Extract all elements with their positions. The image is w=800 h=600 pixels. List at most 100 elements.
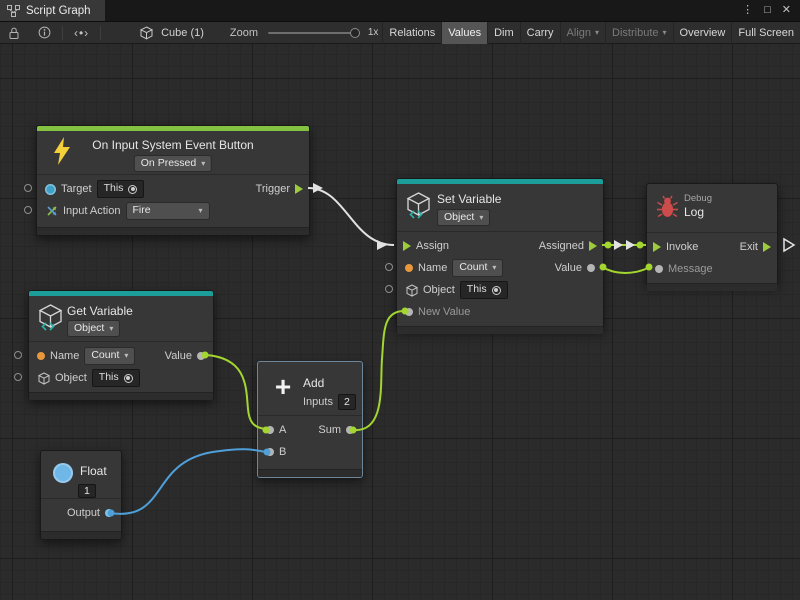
graph-canvas[interactable]: On Input System Event Button On Pressed … (0, 44, 800, 600)
unconnected-port-ring[interactable] (15, 352, 22, 359)
unconnected-port-ring[interactable] (15, 374, 22, 381)
exit-output-port[interactable] (763, 242, 771, 252)
unconnected-port-ring[interactable] (25, 207, 32, 214)
tab-label: Script Graph (26, 5, 91, 17)
object-this-chip[interactable]: This (92, 369, 140, 386)
port-row-object: Object This (397, 279, 603, 301)
variable-kind-dropdown[interactable]: Object (67, 320, 120, 337)
node-title: Get Variable (67, 304, 133, 318)
node-subtitle: Debug (684, 193, 712, 204)
titlebar: Script Graph ⋮ □ ✕ (0, 0, 800, 22)
sum-output-port[interactable] (346, 426, 354, 434)
node-debug-log[interactable]: Debug Log Invoke Exit Message (646, 183, 778, 285)
float-type-icon (53, 463, 73, 483)
object-cube-icon (37, 372, 50, 385)
b-input-port[interactable] (266, 448, 274, 456)
port-label: Value (555, 262, 582, 274)
node-set-variable[interactable]: Set Variable Object Assign Assigned Name (396, 178, 604, 330)
port-label: Assign (416, 240, 449, 252)
flow-arrowhead (313, 183, 323, 193)
port-label: Name (50, 350, 79, 362)
lock-icon[interactable] (4, 22, 24, 44)
port-row-assign: Assign Assigned (397, 235, 603, 257)
wire-value-to-message[interactable] (602, 267, 650, 273)
inputs-label: Inputs (303, 396, 333, 408)
event-mode-value: On Pressed (141, 157, 196, 170)
zoom-label: Zoom (226, 27, 262, 39)
object-this-chip[interactable]: This (460, 281, 508, 298)
port-label: New Value (418, 306, 470, 318)
message-input-port[interactable] (655, 265, 663, 273)
node-title: Add (303, 376, 324, 390)
a-input-port[interactable] (266, 426, 274, 434)
unconnected-port-ring[interactable] (386, 264, 393, 271)
graph-icon (7, 5, 20, 17)
port-row-name: Name Count Value (397, 257, 603, 279)
input-action-dropdown[interactable]: Fire (126, 202, 210, 219)
zoom-slider[interactable] (268, 32, 358, 34)
overview-button[interactable]: Overview (673, 22, 732, 44)
dim-button[interactable]: Dim (487, 22, 520, 44)
window-close-icon[interactable]: ✕ (782, 5, 791, 16)
node-add[interactable]: + Add Inputs 2 A Sum B (257, 361, 363, 478)
variable-name-value: Count (459, 261, 487, 274)
name-input-port[interactable] (37, 352, 45, 360)
event-mode-dropdown[interactable]: On Pressed (134, 155, 212, 172)
target-icon (124, 374, 133, 383)
port-label: A (279, 424, 286, 436)
variable-name-dropdown[interactable]: Count (84, 347, 135, 364)
port-row-invoke: Invoke Exit (647, 236, 777, 258)
new-value-input-port[interactable] (405, 308, 413, 316)
unconnected-port-ring[interactable] (25, 185, 32, 192)
port-label: Value (165, 350, 192, 362)
exit-continuation-arrow (784, 239, 794, 251)
unconnected-port-ring[interactable] (386, 286, 393, 293)
port-label: Assigned (539, 240, 584, 252)
trigger-output-port[interactable] (295, 184, 303, 194)
port-label: Invoke (666, 241, 698, 253)
port-label: B (279, 446, 286, 458)
name-input-port[interactable] (405, 264, 413, 272)
node-footer (29, 392, 213, 400)
output-port[interactable] (105, 509, 113, 517)
value-output-port[interactable] (587, 264, 595, 272)
values-button[interactable]: Values (441, 22, 487, 44)
graph-target-label[interactable]: Cube (1) (157, 27, 208, 39)
port-label: Name (418, 262, 447, 274)
graph-toolbar: ‹•› Cube (1) Zoom 1x Relations Values Di… (0, 22, 800, 44)
target-icon (492, 286, 501, 295)
cube-target-icon (136, 22, 157, 44)
port-label: Input Action (63, 205, 121, 217)
assign-input-port[interactable] (403, 241, 411, 251)
zoom-slider-handle[interactable] (350, 28, 360, 38)
port-label: Sum (318, 424, 341, 436)
fullscreen-button[interactable]: Full Screen (731, 22, 800, 44)
window-menu-icon[interactable]: ⋮ (742, 5, 753, 16)
align-dropdown-button[interactable]: Align (560, 22, 605, 44)
flow-arrowhead (614, 240, 623, 250)
gameobject-icon (45, 184, 56, 195)
variable-name-dropdown[interactable]: Count (452, 259, 503, 276)
float-value-field[interactable]: 1 (78, 484, 96, 498)
node-on-input-system-event-button[interactable]: On Input System Event Button On Pressed … (36, 125, 310, 236)
invoke-input-port[interactable] (653, 242, 661, 252)
graph-inspector-icon[interactable]: ‹•› (70, 22, 93, 44)
inputs-count-field[interactable]: 2 (338, 394, 356, 410)
variable-cube-icon (38, 304, 63, 332)
bug-icon (656, 195, 679, 219)
assigned-output-port[interactable] (589, 241, 597, 251)
distribute-dropdown-button[interactable]: Distribute (605, 22, 672, 44)
window-maximize-icon[interactable]: □ (764, 5, 771, 16)
relations-button[interactable]: Relations (382, 22, 441, 44)
wire-float-to-b[interactable] (110, 449, 266, 514)
target-this-chip[interactable]: This (97, 180, 145, 197)
tab-script-graph[interactable]: Script Graph (0, 0, 105, 21)
info-icon[interactable] (34, 22, 55, 44)
object-cube-icon (405, 284, 418, 297)
node-get-variable[interactable]: Get Variable Object Name Count Value (28, 290, 214, 400)
value-output-port[interactable] (197, 352, 205, 360)
node-float-literal[interactable]: Float 1 Output (40, 450, 122, 540)
carry-button[interactable]: Carry (520, 22, 560, 44)
variable-kind-dropdown[interactable]: Object (437, 209, 490, 226)
wire-trigger-to-assign[interactable] (308, 188, 394, 245)
